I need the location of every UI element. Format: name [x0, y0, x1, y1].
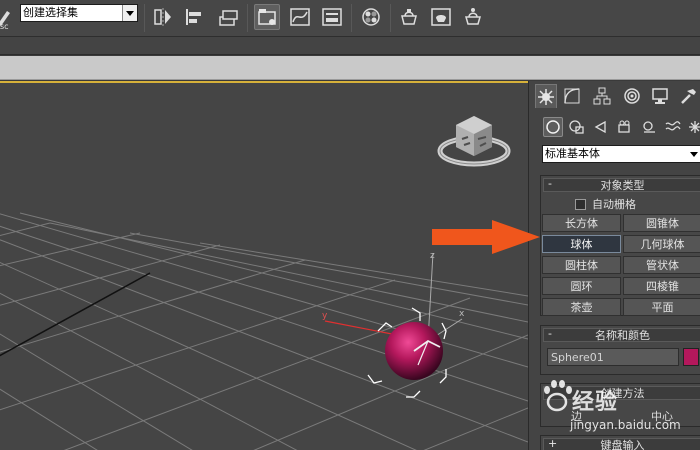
gizmo-x-label: x	[459, 309, 465, 319]
tab-utilities[interactable]	[677, 84, 699, 108]
autogrid-label: 自动栅格	[592, 198, 636, 211]
checkbox-icon[interactable]	[575, 198, 586, 210]
toolbar-divider	[144, 4, 145, 32]
tube-button[interactable]: 管状体	[623, 256, 700, 274]
helpers-category-icon[interactable]	[639, 117, 659, 137]
tab-display[interactable]	[649, 84, 671, 108]
name-color-header[interactable]: - 名称和颜色	[543, 327, 700, 342]
object-name-input[interactable]	[547, 348, 679, 366]
toolbar-divider	[351, 4, 352, 32]
object-type-title: 对象类型	[600, 179, 645, 192]
main-toolbar: sc 创建选择集	[0, 0, 700, 37]
tab-modify[interactable]	[561, 84, 583, 108]
cameras-category-icon[interactable]	[615, 117, 635, 137]
pointer-arrow-icon	[432, 220, 540, 254]
sphere-button[interactable]: 球体	[542, 235, 621, 253]
rendered-frame-window-icon[interactable]	[428, 4, 454, 30]
object-type-rollout: - 对象类型 自动栅格 长方体 圆锥体 球体 几何球体 圆柱体 管状体 圆环 四…	[540, 175, 700, 316]
toolbar-divider	[247, 4, 248, 32]
render-setup-icon[interactable]	[396, 4, 422, 30]
perspective-viewport[interactable]: z y x	[0, 81, 528, 450]
viewcube[interactable]	[437, 116, 511, 167]
name-color-rollout: - 名称和颜色	[540, 325, 700, 375]
schematic-view-icon[interactable]	[319, 4, 345, 30]
primitive-type-value: 标准基本体	[545, 147, 600, 160]
chevron-down-icon[interactable]	[122, 5, 137, 21]
selection-set-value: 创建选择集	[23, 6, 78, 19]
watermark: 经验 jingyan.baidu.com	[538, 372, 700, 450]
render-production-icon[interactable]	[460, 4, 486, 30]
viewport-scene: z y x	[0, 116, 528, 450]
collapse-icon[interactable]: -	[548, 327, 552, 340]
lights-category-icon[interactable]	[591, 117, 611, 137]
layer-manager-icon[interactable]	[215, 4, 241, 30]
geometry-category-icon[interactable]	[543, 117, 563, 137]
collapse-icon[interactable]: -	[548, 177, 552, 190]
tab-motion[interactable]	[621, 84, 643, 108]
object-color-swatch[interactable]	[683, 348, 699, 366]
mirror-icon[interactable]	[150, 4, 176, 30]
geosphere-button[interactable]: 几何球体	[623, 235, 700, 253]
systems-category-icon[interactable]	[685, 117, 700, 137]
tab-create[interactable]	[535, 84, 557, 108]
space-warps-category-icon[interactable]	[663, 117, 683, 137]
align-icon[interactable]	[181, 4, 207, 30]
toolbar-tag: sc	[0, 22, 9, 31]
watermark-url: jingyan.baidu.com	[570, 418, 681, 432]
cylinder-button[interactable]: 圆柱体	[542, 256, 621, 274]
cone-button[interactable]: 圆锥体	[623, 214, 700, 232]
curve-editor-icon[interactable]	[287, 4, 313, 30]
gizmo-y-label: y	[322, 311, 328, 321]
material-editor-icon[interactable]	[358, 4, 384, 30]
paw-logo-icon	[544, 380, 572, 412]
tab-hierarchy[interactable]	[591, 84, 613, 108]
box-button[interactable]: 长方体	[542, 214, 621, 232]
chevron-down-icon[interactable]	[687, 146, 700, 162]
teapot-button[interactable]: 茶壶	[542, 298, 621, 316]
scene-explorer-icon[interactable]	[254, 4, 280, 30]
secondary-toolbar	[0, 37, 700, 55]
named-selection-set-dropdown[interactable]: 创建选择集	[20, 4, 138, 22]
object-type-header[interactable]: - 对象类型	[543, 177, 700, 192]
shapes-category-icon[interactable]	[567, 117, 587, 137]
name-color-title: 名称和颜色	[595, 329, 650, 342]
primitive-type-dropdown[interactable]: 标准基本体	[542, 145, 700, 163]
torus-button[interactable]: 圆环	[542, 277, 621, 295]
pyramid-button[interactable]: 四棱锥	[623, 277, 700, 295]
toolbar-divider	[390, 4, 391, 32]
plane-button[interactable]: 平面	[623, 298, 700, 316]
ribbon-bar	[0, 56, 700, 80]
watermark-title: 经验	[572, 390, 619, 415]
autogrid-checkbox[interactable]: 自动栅格	[575, 196, 636, 212]
